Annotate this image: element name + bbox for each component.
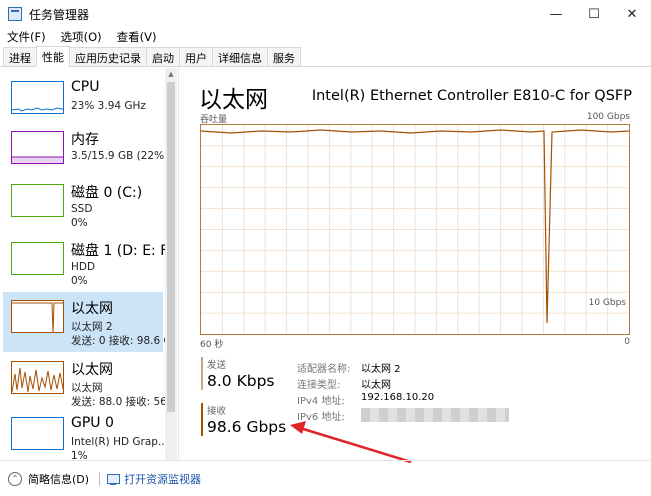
resource-monitor-icon[interactable]	[106, 472, 121, 486]
footer: ⌃ 简略信息(D) 打开资源监视器	[0, 460, 651, 496]
annotation-arrow	[290, 421, 412, 464]
chevron-up-icon[interactable]: ⌃	[8, 471, 22, 486]
fewer-details-link[interactable]: 简略信息(D)	[28, 471, 89, 487]
open-resource-monitor-link[interactable]: 打开资源监视器	[124, 471, 201, 487]
divider	[99, 471, 101, 486]
